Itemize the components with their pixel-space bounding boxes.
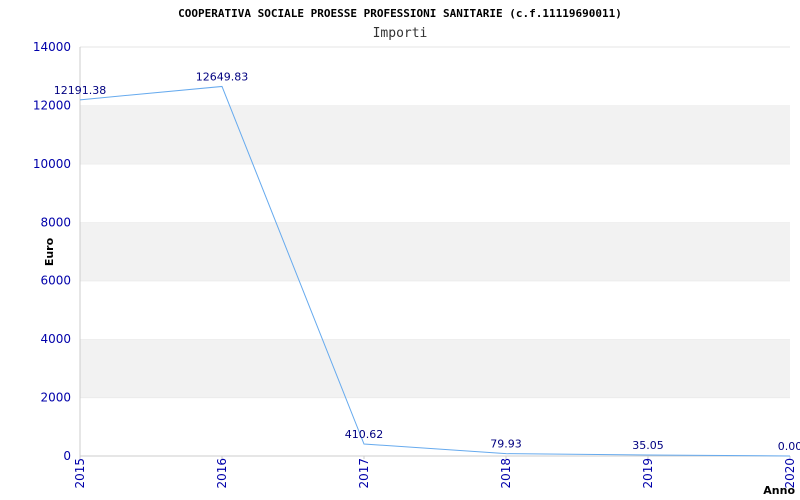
x-tick-label: 2015	[73, 458, 87, 489]
data-label: 79.93	[490, 438, 522, 451]
y-tick-label: 0	[63, 449, 71, 463]
grid-band	[80, 339, 790, 398]
data-label: 12649.83	[196, 70, 249, 83]
y-tick-label: 4000	[40, 332, 71, 346]
line-chart: 0 2000 4000 6000 8000 10000 12000 14000 2015 201…	[0, 0, 800, 500]
grid-band	[80, 105, 790, 164]
x-tick-label: 2016	[215, 458, 229, 489]
data-label: 410.62	[345, 428, 384, 441]
grid-band	[80, 47, 790, 106]
y-tick-label: 6000	[40, 274, 71, 288]
x-tick-label: 2017	[357, 458, 371, 489]
y-tick-label: 8000	[40, 215, 71, 229]
y-axis-label: Euro	[43, 237, 56, 266]
grid-band	[80, 280, 790, 340]
y-tick-label: 14000	[33, 40, 71, 54]
data-label: 0.00	[778, 440, 800, 453]
data-label: 12191.38	[54, 84, 107, 97]
x-axis-label: Anno	[763, 484, 795, 497]
x-tick-label: 2018	[499, 458, 513, 489]
x-tick-label: 2019	[641, 458, 655, 489]
chart-subtitle: Importi	[373, 26, 428, 41]
data-label: 35.05	[632, 439, 664, 452]
y-tick-label: 2000	[40, 391, 71, 405]
grid-band	[80, 222, 790, 281]
y-tick-label: 12000	[33, 98, 71, 112]
grid-band	[80, 397, 790, 456]
chart-title: COOPERATIVA SOCIALE PROESSE PROFESSIONI …	[178, 7, 622, 20]
grid-band	[80, 163, 790, 223]
y-tick-label: 10000	[33, 157, 71, 171]
